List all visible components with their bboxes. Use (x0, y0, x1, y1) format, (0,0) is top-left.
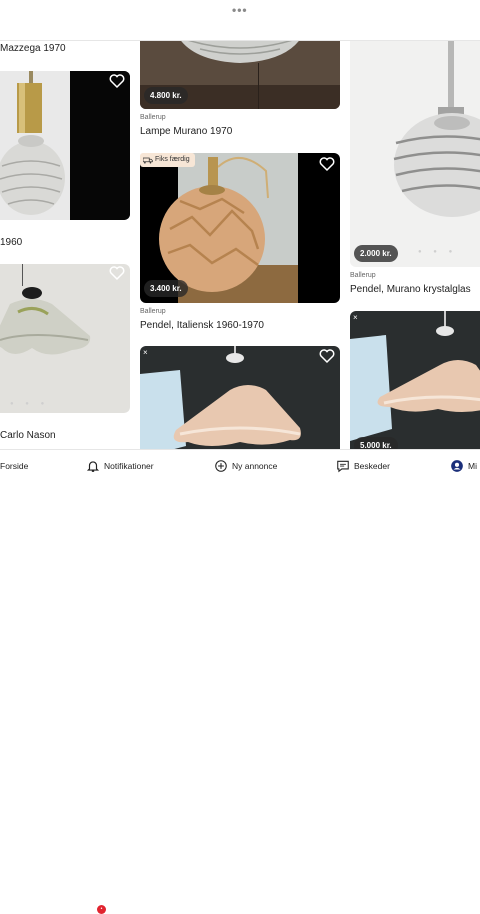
nav-item-forside[interactable]: Forside (0, 450, 28, 481)
favorite-icon[interactable] (108, 72, 126, 90)
nav-label: Beskeder (354, 460, 390, 471)
nav-item-beskeder[interactable]: Beskeder (336, 450, 390, 481)
nav-label: Mi (468, 460, 477, 471)
listing-title[interactable]: Pendel, Italiensk 1960-1970 (140, 320, 264, 331)
chat-icon (337, 460, 349, 472)
nav-item-ny-annonce[interactable]: Ny annonce (214, 450, 277, 481)
price-badge: 2.000 kr. (354, 245, 398, 262)
listing-image[interactable] (350, 41, 480, 267)
nav-item-notifikationer[interactable]: Notifikationer (86, 450, 154, 481)
listing-image[interactable] (350, 311, 480, 449)
more-menu-icon[interactable]: ••• (232, 3, 248, 17)
listing-image[interactable] (140, 346, 340, 449)
shipping-badge: Fiks færdig (140, 153, 195, 167)
truck-icon (143, 157, 153, 163)
nav-label: Forside (0, 460, 29, 471)
favorite-icon[interactable] (318, 347, 336, 365)
plus-circle-icon (215, 459, 227, 472)
nav-label: Notifikationer (104, 460, 154, 471)
shipping-badge-label: Fiks færdig (155, 156, 190, 163)
price-badge: 4.800 kr. (144, 87, 188, 104)
bottom-navigation: Forside Notifikationer • Ny annonce Besk… (0, 449, 480, 914)
nav-label: Ny annonce (232, 460, 278, 471)
notification-badge: • (97, 905, 106, 914)
favorite-icon[interactable] (318, 155, 336, 173)
close-icon[interactable]: × (143, 348, 148, 357)
top-bar: ••• (0, 0, 480, 41)
bell-icon (86, 460, 100, 472)
listing-title[interactable]: Pendel, Murano krystalglas (350, 284, 471, 295)
listing-title[interactable]: 1960 (0, 237, 22, 248)
carousel-dots: ● ● ● (418, 249, 458, 255)
listing-title[interactable]: Lampe Murano 1970 (140, 126, 232, 137)
listing-location: Ballerup (140, 114, 166, 121)
listing-location: Ballerup (350, 272, 376, 279)
profile-icon (451, 459, 463, 472)
close-icon[interactable]: × (353, 313, 358, 322)
listing-image[interactable] (0, 264, 130, 413)
listing-title[interactable]: Mazzega 1970 (0, 43, 66, 54)
listing-location: Ballerup (140, 308, 166, 315)
favorite-icon[interactable] (108, 264, 126, 282)
listing-feed[interactable]: Mazzega 1970 1960 ● ● ● Carlo Nason 4.80… (0, 41, 480, 449)
listing-title[interactable]: Carlo Nason (0, 430, 56, 441)
price-badge: 3.400 kr. (144, 280, 188, 297)
listing-image[interactable] (0, 71, 130, 220)
nav-item-profile[interactable]: Mi (450, 450, 477, 481)
carousel-dots: ● ● ● (10, 401, 50, 407)
price-badge: 5.000 kr. (354, 437, 398, 449)
